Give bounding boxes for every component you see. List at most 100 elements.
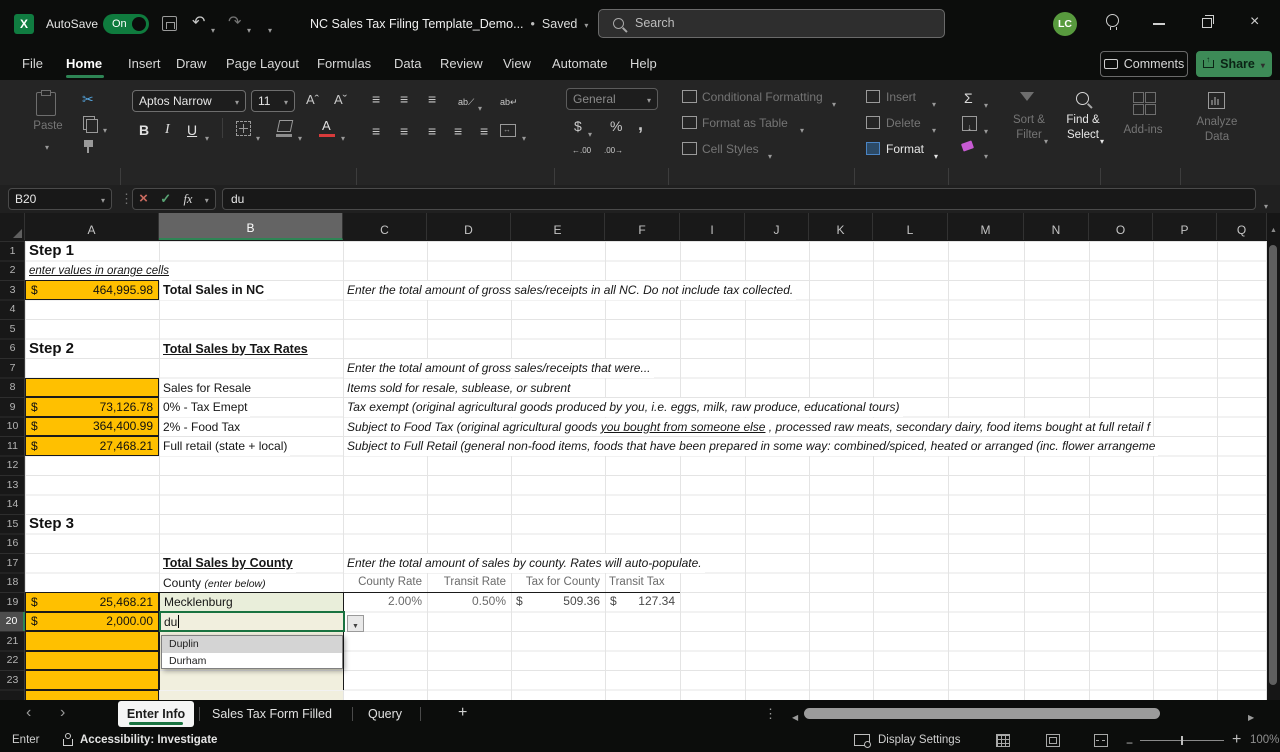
zoom-out-icon[interactable] (1126, 736, 1133, 749)
format-dropdown-icon[interactable] (934, 146, 938, 164)
cell-A1[interactable]: Step 1 (29, 242, 78, 260)
align-top-icon[interactable] (372, 92, 380, 106)
autocomplete-option-duplin[interactable]: Duplin (162, 636, 342, 653)
cell-A23[interactable] (25, 670, 159, 690)
scroll-left-icon[interactable] (792, 709, 798, 722)
cell-A2[interactable]: enter values in orange cells (26, 262, 172, 281)
orientation-dropdown-icon[interactable] (478, 98, 482, 116)
row-header-10[interactable]: 10 (0, 417, 25, 437)
delete-dropdown-icon[interactable] (932, 120, 936, 138)
row-header-17[interactable]: 17 (0, 553, 25, 573)
tab-page-layout[interactable]: Page Layout (226, 56, 299, 71)
zoom-slider-knob[interactable] (1181, 736, 1183, 745)
orientation-icon[interactable] (458, 94, 474, 107)
confirm-entry-icon[interactable] (160, 190, 171, 208)
underline-dropdown-icon[interactable] (205, 128, 209, 146)
fill-dropdown-icon[interactable] (984, 121, 988, 139)
copy-icon[interactable] (83, 116, 95, 130)
tab-file[interactable]: File (22, 56, 43, 71)
format-cells-icon[interactable] (866, 142, 880, 155)
cell-F18[interactable]: Transit Tax (605, 573, 680, 593)
row-header-13[interactable]: 13 (0, 475, 25, 495)
tab-review[interactable]: Review (440, 56, 483, 71)
insert-function-icon[interactable]: fx (183, 192, 192, 207)
cell-B24-partial[interactable] (160, 691, 343, 700)
tab-draw[interactable]: Draw (176, 56, 206, 71)
cell-A15[interactable]: Step 3 (29, 515, 78, 533)
underline-button[interactable]: U (187, 122, 197, 138)
cell-C3[interactable]: Enter the total amount of gross sales/re… (344, 281, 796, 300)
insert-cells-button[interactable]: Insert (886, 90, 916, 104)
cell-B9[interactable]: 0% - Tax Emept (160, 398, 250, 417)
lightbulb-icon[interactable] (1106, 14, 1119, 27)
select-all-corner[interactable] (0, 213, 25, 240)
cell-A8[interactable] (25, 378, 159, 398)
cell-A19[interactable]: $25,468.21 (25, 592, 159, 612)
display-settings-button[interactable]: Display Settings (878, 734, 960, 746)
cell-C7[interactable]: Enter the total amount of gross sales/re… (344, 359, 654, 378)
cell-C10[interactable]: Subject to Food Tax (original agricultur… (344, 418, 1153, 437)
autosave-toggle[interactable]: On (103, 14, 149, 34)
cell-E18[interactable]: Tax for County (511, 573, 605, 593)
redo-icon[interactable] (228, 15, 241, 31)
undo-icon[interactable] (192, 15, 205, 31)
increase-indent-icon[interactable] (480, 124, 488, 138)
insert-cells-icon[interactable] (866, 90, 880, 103)
row-header-3[interactable]: 3 (0, 280, 25, 300)
column-header-Q[interactable]: Q (1217, 213, 1267, 240)
row-header-19[interactable]: 19 (0, 592, 25, 612)
align-left-icon[interactable] (372, 124, 380, 138)
cell-B8[interactable]: Sales for Resale (160, 379, 254, 398)
clear-icon[interactable] (961, 140, 974, 151)
cell-D18[interactable]: Transit Rate (427, 573, 511, 593)
row-header-20[interactable]: 20 (0, 612, 25, 632)
column-header-B[interactable]: B (159, 213, 343, 240)
column-header-C[interactable]: C (343, 213, 427, 240)
format-as-table-dropdown-icon[interactable] (800, 120, 804, 138)
column-header-D[interactable]: D (427, 213, 511, 240)
cell-E19[interactable]: $509.36 (511, 592, 605, 612)
column-header-M[interactable]: M (948, 213, 1024, 240)
column-header-E[interactable]: E (511, 213, 605, 240)
cell-grid[interactable]: Step 1 enter values in orange cells $464… (0, 241, 1267, 700)
row-header-21[interactable]: 21 (0, 631, 25, 651)
font-color-icon[interactable]: A (322, 118, 331, 133)
cell-B20-editing[interactable]: du (159, 611, 345, 632)
minimize-button[interactable] (1153, 23, 1165, 25)
conditional-formatting-button[interactable]: Conditional Formatting (702, 90, 823, 104)
format-as-table-icon[interactable] (682, 116, 697, 129)
cell-D19[interactable]: 0.50% (427, 592, 511, 612)
row-header-14[interactable]: 14 (0, 495, 25, 515)
cell-A11[interactable]: $27,468.21 (25, 436, 159, 456)
comma-format-icon[interactable]: , (638, 114, 643, 135)
cell-C19[interactable]: 2.00% (343, 592, 427, 612)
cell-A21[interactable] (25, 631, 159, 651)
decrease-indent-icon[interactable] (454, 124, 462, 138)
zoom-in-icon[interactable] (1232, 732, 1241, 748)
currency-dropdown-icon[interactable] (588, 124, 592, 142)
cell-C18[interactable]: County Rate (343, 573, 427, 593)
cell-B17[interactable]: Total Sales by County (160, 554, 296, 573)
row-header-16[interactable]: 16 (0, 534, 25, 554)
cell-C17[interactable]: Enter the total amount of sales by count… (344, 554, 705, 573)
redo-dropdown-icon[interactable] (247, 20, 251, 38)
autosum-dropdown-icon[interactable] (984, 95, 988, 113)
share-button[interactable]: ↑ Share (1196, 51, 1272, 77)
cell-A3[interactable]: $464,995.98 (25, 280, 159, 300)
cell-B11[interactable]: Full retail (state + local) (160, 437, 290, 456)
page-break-view-icon[interactable] (1094, 734, 1108, 747)
cell-B19[interactable]: Mecklenburg (160, 593, 343, 612)
tab-home[interactable]: Home (66, 56, 102, 71)
align-bottom-icon[interactable] (428, 92, 436, 106)
align-right-icon[interactable] (428, 124, 436, 138)
fill-color-icon[interactable] (277, 120, 294, 132)
percent-format-icon[interactable]: % (610, 118, 622, 134)
sheet-tab-query[interactable]: Query (368, 707, 402, 721)
scroll-right-icon[interactable] (1248, 709, 1254, 722)
row-header-9[interactable]: 9 (0, 397, 25, 417)
cell-A9[interactable]: $73,126.78 (25, 397, 159, 417)
sheet-tab-sales-tax-form[interactable]: Sales Tax Form Filled (212, 707, 332, 721)
share-dropdown-icon[interactable] (1261, 57, 1265, 71)
restore-button[interactable] (1202, 18, 1212, 28)
sheet-tab-enter-info[interactable]: Enter Info (118, 701, 194, 727)
